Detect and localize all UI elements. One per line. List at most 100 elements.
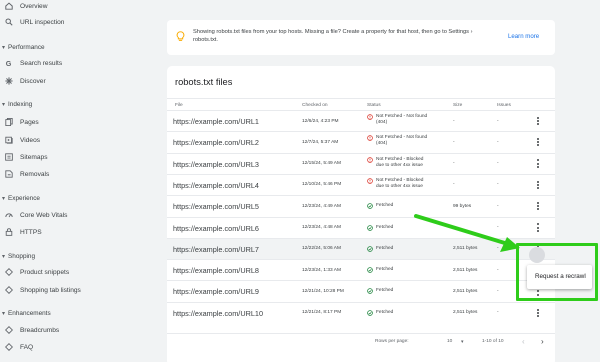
status-cell: Not Fetched - Blocked due to other 4xx is… [367, 157, 447, 169]
sidebar-item-core-web-vitals[interactable]: Core Web Vitals [0, 208, 67, 222]
sidebar-item-label: Sitemaps [20, 153, 48, 161]
status-text: Fetched [376, 203, 394, 209]
size-value: 99 bytes [453, 203, 472, 209]
sidebar-item-label: Shopping tab listings [20, 286, 81, 294]
sidebar-item-https[interactable]: HTTPS [0, 225, 42, 239]
section-label: Indexing [8, 100, 33, 108]
sidebar-item-sitemaps[interactable]: Sitemaps [0, 150, 48, 164]
lightbulb-icon [176, 31, 185, 41]
request-recrawl-menu-item[interactable]: Request a recrawl [535, 273, 586, 280]
file-url[interactable]: https://example.com/URL5 [173, 202, 259, 211]
checked-on-value: 12/7/24, 5:37 AM [302, 139, 339, 145]
more-vert-icon[interactable] [534, 307, 542, 319]
issues-value: - [497, 161, 499, 167]
check-circle-icon [367, 267, 373, 273]
sitemap-icon [4, 153, 13, 162]
status-cell: Not Fetched - Not found (404) [367, 114, 447, 126]
table-row[interactable]: https://example.com/URL1 12/6/24, 4:23 PM… [167, 110, 555, 131]
next-page-icon[interactable]: › [541, 337, 544, 346]
rows-per-page-select[interactable]: 10 [447, 339, 452, 344]
sidebar-item-url-inspection[interactable]: URL inspection [0, 15, 64, 29]
chevron-down-icon: ▾ [2, 195, 6, 202]
size-value: - [453, 182, 455, 188]
sidebar-item-label: Product snippets [20, 268, 70, 276]
google-g-icon: G [4, 59, 13, 68]
size-value: 2,511 bytes [453, 267, 478, 273]
issues-value: - [497, 203, 499, 209]
status-cell: Not Fetched - Blocked due to other 4xx is… [367, 178, 447, 190]
table-row[interactable]: https://example.com/URL3 12/15/24, 5:49 A… [167, 152, 555, 174]
sidebar-item-shopping-tab-listings[interactable]: Shopping tab listings [0, 283, 81, 297]
section-indexing[interactable]: ▾ Indexing [0, 98, 32, 110]
sidebar-item-label: Videos [20, 136, 41, 144]
sidebar: Overview URL inspection ▾ Performance G … [0, 0, 160, 362]
issues-value: - [497, 118, 499, 124]
sidebar-item-videos[interactable]: Videos [0, 133, 40, 147]
status-text: Fetched [376, 309, 394, 315]
pagination-range: 1-10 of 10 [482, 339, 504, 344]
sidebar-item-faq[interactable]: FAQ [0, 340, 33, 354]
status-cell: Fetched [367, 310, 447, 316]
status-text: Not Fetched - Blocked [376, 156, 424, 162]
sidebar-item-search-results[interactable]: G Search results [0, 56, 62, 70]
file-url[interactable]: https://example.com/URL7 [173, 245, 259, 254]
checked-on-value: 12/10/24, 5:46 PM [302, 182, 342, 188]
diamond-icon [4, 286, 13, 295]
sidebar-item-removals[interactable]: Removals [0, 167, 49, 181]
sidebar-item-discover[interactable]: Discover [0, 74, 46, 88]
svg-text:G: G [5, 59, 11, 67]
sidebar-item-overview[interactable]: Overview [0, 0, 47, 13]
more-vert-icon[interactable] [534, 136, 542, 148]
home-icon [4, 2, 13, 11]
checked-on-value: 12/23/24, 4:49 AM [302, 203, 341, 209]
sidebar-item-label: HTTPS [20, 228, 42, 236]
more-vert-icon[interactable] [534, 179, 542, 191]
section-experience[interactable]: ▾ Experience [0, 192, 40, 204]
pages-icon [4, 118, 13, 127]
prev-page-icon[interactable]: ‹ [522, 337, 525, 346]
column-header-file: File [175, 103, 183, 108]
section-enhancements[interactable]: ▾ Enhancements [0, 307, 51, 319]
issues-value: - [497, 182, 499, 188]
file-url[interactable]: https://example.com/URL8 [173, 266, 259, 275]
table-row[interactable]: https://example.com/URL9 12/21/24, 10:28 … [167, 280, 555, 301]
info-banner: Showing robots.txt files from your top h… [167, 20, 555, 55]
table-row[interactable]: https://example.com/URL8 12/23/24, 1:33 A… [167, 259, 555, 280]
file-url[interactable]: https://example.com/URL1 [173, 117, 259, 126]
file-url[interactable]: https://example.com/URL3 [173, 160, 259, 169]
more-vert-icon[interactable] [534, 222, 542, 234]
status-text: Fetched [376, 245, 394, 251]
size-value: 2,511 bytes [453, 288, 478, 294]
banner-message: Showing robots.txt files from your top h… [193, 29, 473, 43]
table-row[interactable]: https://example.com/URL2 12/7/24, 5:37 AM… [167, 131, 555, 152]
file-url[interactable]: https://example.com/URL10 [173, 309, 263, 318]
table-header: File Checked on Status Size Issues [167, 98, 555, 110]
section-shopping[interactable]: ▾ Shopping [0, 250, 35, 262]
more-vert-icon[interactable] [534, 200, 542, 212]
status-text: Not Fetched - Blocked [376, 177, 424, 183]
file-url[interactable]: https://example.com/URL2 [173, 138, 259, 147]
table-row[interactable]: https://example.com/URL4 12/10/24, 5:46 P… [167, 173, 555, 195]
table-row[interactable]: https://example.com/URL10 12/21/24, 8:17 … [167, 301, 555, 323]
column-header-checked-on: Checked on [302, 103, 328, 108]
status-detail: due to other 4xx issue [376, 183, 423, 189]
file-url[interactable]: https://example.com/URL4 [173, 181, 259, 190]
file-url[interactable]: https://example.com/URL9 [173, 287, 259, 296]
check-circle-icon [367, 288, 373, 295]
sidebar-item-product-snippets[interactable]: Product snippets [0, 265, 69, 279]
learn-more-link[interactable]: Learn more [508, 33, 539, 40]
chevron-down-icon: ▾ [461, 339, 464, 345]
sidebar-item-pages[interactable]: Pages [0, 115, 39, 129]
section-performance[interactable]: ▾ Performance [0, 41, 45, 53]
diamond-icon [4, 268, 13, 277]
asterisk-icon [4, 77, 13, 86]
chevron-down-icon: ▾ [2, 253, 6, 260]
file-url[interactable]: https://example.com/URL6 [173, 224, 259, 233]
sidebar-item-label: FAQ [20, 343, 34, 351]
status-cell: Fetched [367, 203, 447, 209]
row-context-menu: Request a recrawl [527, 265, 592, 289]
sidebar-item-breadcrumbs[interactable]: Breadcrumbs [0, 323, 59, 337]
more-vert-icon[interactable] [534, 115, 542, 127]
checked-on-value: 12/23/24, 1:33 AM [302, 267, 341, 273]
more-vert-icon[interactable] [534, 158, 542, 170]
